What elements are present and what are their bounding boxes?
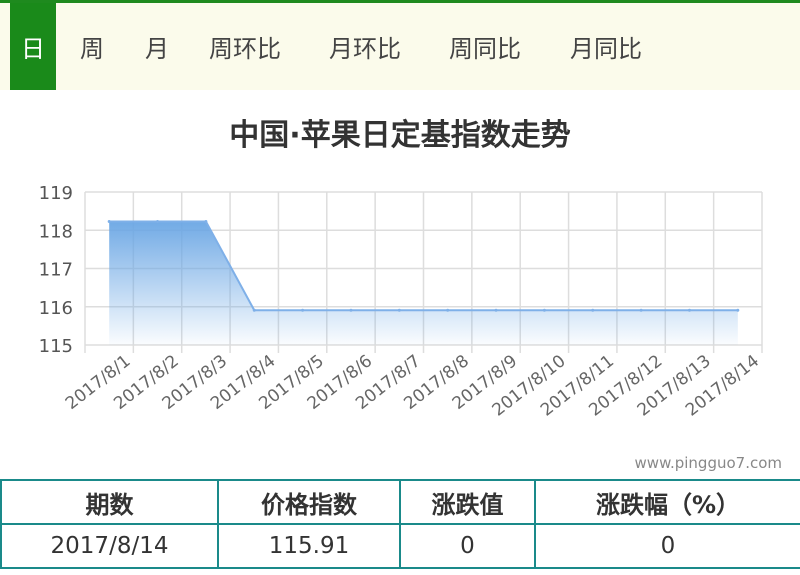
header-price-index: 价格指数 (217, 479, 401, 525)
tab-month-year-on-year[interactable]: 月同比 (544, 3, 668, 90)
period-tab-bar: 日 周 月 周环比 月环比 周同比 月同比 (0, 3, 800, 90)
data-point (301, 308, 305, 312)
cell-period: 2017/8/14 (0, 523, 219, 569)
tab-day[interactable]: 日 (10, 3, 56, 90)
y-tick-label: 117 (39, 260, 73, 281)
data-point (494, 308, 498, 312)
data-point (687, 308, 691, 312)
data-point (252, 308, 256, 312)
chart-title: 中国·苹果日定基指数走势 (229, 118, 571, 153)
data-point (639, 308, 643, 312)
y-tick-label: 115 (39, 336, 73, 357)
y-tick-label: 119 (39, 183, 73, 204)
tab-week[interactable]: 周 (56, 3, 128, 90)
data-point (591, 308, 595, 312)
data-point (156, 219, 160, 223)
y-axis-ticks: 115 116 117 118 119 (39, 183, 73, 357)
data-point (736, 308, 740, 312)
cell-change-value: 0 (399, 523, 536, 569)
summary-table: 期数 价格指数 涨跌值 涨跌幅（%） 2017/8/14 115.91 0 0 (0, 479, 800, 569)
table-header-row: 期数 价格指数 涨跌值 涨跌幅（%） (0, 479, 800, 525)
tab-week-on-week[interactable]: 周环比 (186, 3, 304, 90)
header-period: 期数 (0, 479, 219, 525)
tab-week-year-on-year[interactable]: 周同比 (426, 3, 544, 90)
data-point (446, 308, 450, 312)
header-change-percent: 涨跌幅（%） (534, 479, 800, 525)
cell-change-percent: 0 (534, 523, 800, 569)
data-point (107, 219, 111, 223)
watermark: www.pingguo7.com (634, 454, 782, 472)
index-trend-chart: 115 116 117 118 119 2017/8/12017/8/22017/8/3… (39, 183, 763, 421)
y-tick-label: 116 (39, 298, 73, 319)
y-tick-label: 118 (39, 221, 73, 242)
tab-month[interactable]: 月 (128, 3, 186, 90)
tab-month-on-month[interactable]: 月环比 (304, 3, 426, 90)
table-row: 2017/8/14 115.91 0 0 (0, 523, 800, 569)
data-point (542, 308, 546, 312)
header-change-value: 涨跌值 (399, 479, 536, 525)
data-point (397, 308, 401, 312)
data-point (204, 219, 208, 223)
data-point (349, 308, 353, 312)
cell-price-index: 115.91 (217, 523, 401, 569)
x-axis-ticks: 2017/8/12017/8/22017/8/32017/8/42017/8/5… (62, 351, 763, 420)
